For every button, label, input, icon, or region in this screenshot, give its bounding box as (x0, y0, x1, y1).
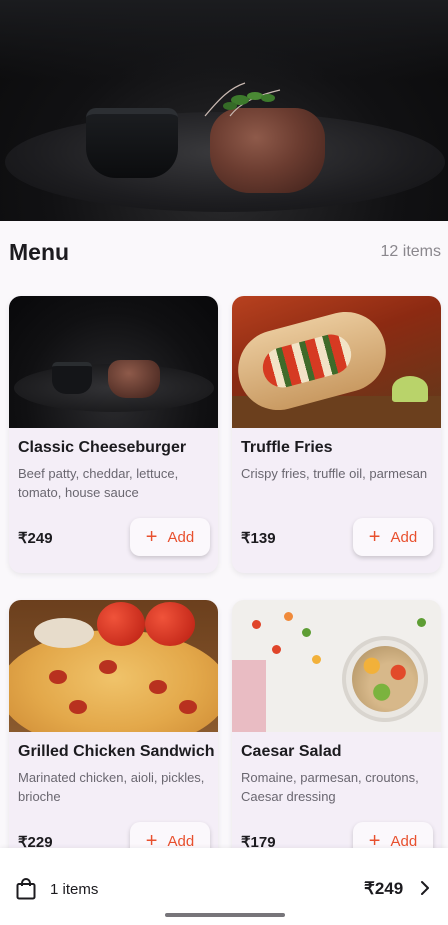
menu-card[interactable]: Classic Cheeseburger Beef patty, cheddar… (9, 296, 218, 573)
wrap-photo (232, 296, 441, 428)
item-description: Crispy fries, truffle oil, parmesan (241, 466, 428, 481)
item-count: 12 items (380, 243, 441, 260)
item-description: Beef patty, cheddar, lettuce, tomato, ho… (18, 466, 179, 500)
pizza-photo (9, 600, 218, 732)
menu-header: Menu 12 items (9, 237, 441, 267)
menu-title: Menu (9, 238, 70, 265)
add-button[interactable]: + Add (130, 518, 210, 556)
add-button[interactable]: + Add (353, 518, 433, 556)
add-label: Add (167, 528, 195, 546)
cart-count: 1 items (50, 881, 99, 898)
chevron-right-icon (421, 881, 429, 895)
item-name: Caesar Salad (241, 743, 342, 760)
plus-icon: + (368, 526, 381, 548)
shopping-bag-icon (16, 878, 36, 900)
add-label: Add (167, 832, 195, 850)
item-price: ₹139 (241, 530, 276, 547)
add-label: Add (390, 528, 418, 546)
item-description: Marinated chicken, aioli, pickles, brioc… (18, 770, 205, 804)
menu-card[interactable]: Grilled Chicken Sandwich Marinated chick… (9, 600, 218, 877)
item-price: ₹249 (18, 530, 53, 547)
menu-card[interactable]: Truffle Fries Crispy fries, truffle oil,… (232, 296, 441, 573)
hero-image (0, 0, 448, 221)
item-name: Grilled Chicken Sandwich (18, 743, 215, 760)
cart-total: ₹249 (364, 879, 404, 898)
add-label: Add (390, 832, 418, 850)
home-indicator (165, 913, 285, 917)
salad-photo (232, 600, 441, 732)
item-description: Romaine, parmesan, croutons, Caesar dres… (241, 770, 419, 804)
steak-photo (9, 296, 218, 428)
plus-icon: + (145, 526, 158, 548)
menu-card[interactable]: Caesar Salad Romaine, parmesan, croutons… (232, 600, 441, 877)
item-name: Classic Cheeseburger (18, 439, 187, 456)
item-name: Truffle Fries (241, 439, 333, 456)
